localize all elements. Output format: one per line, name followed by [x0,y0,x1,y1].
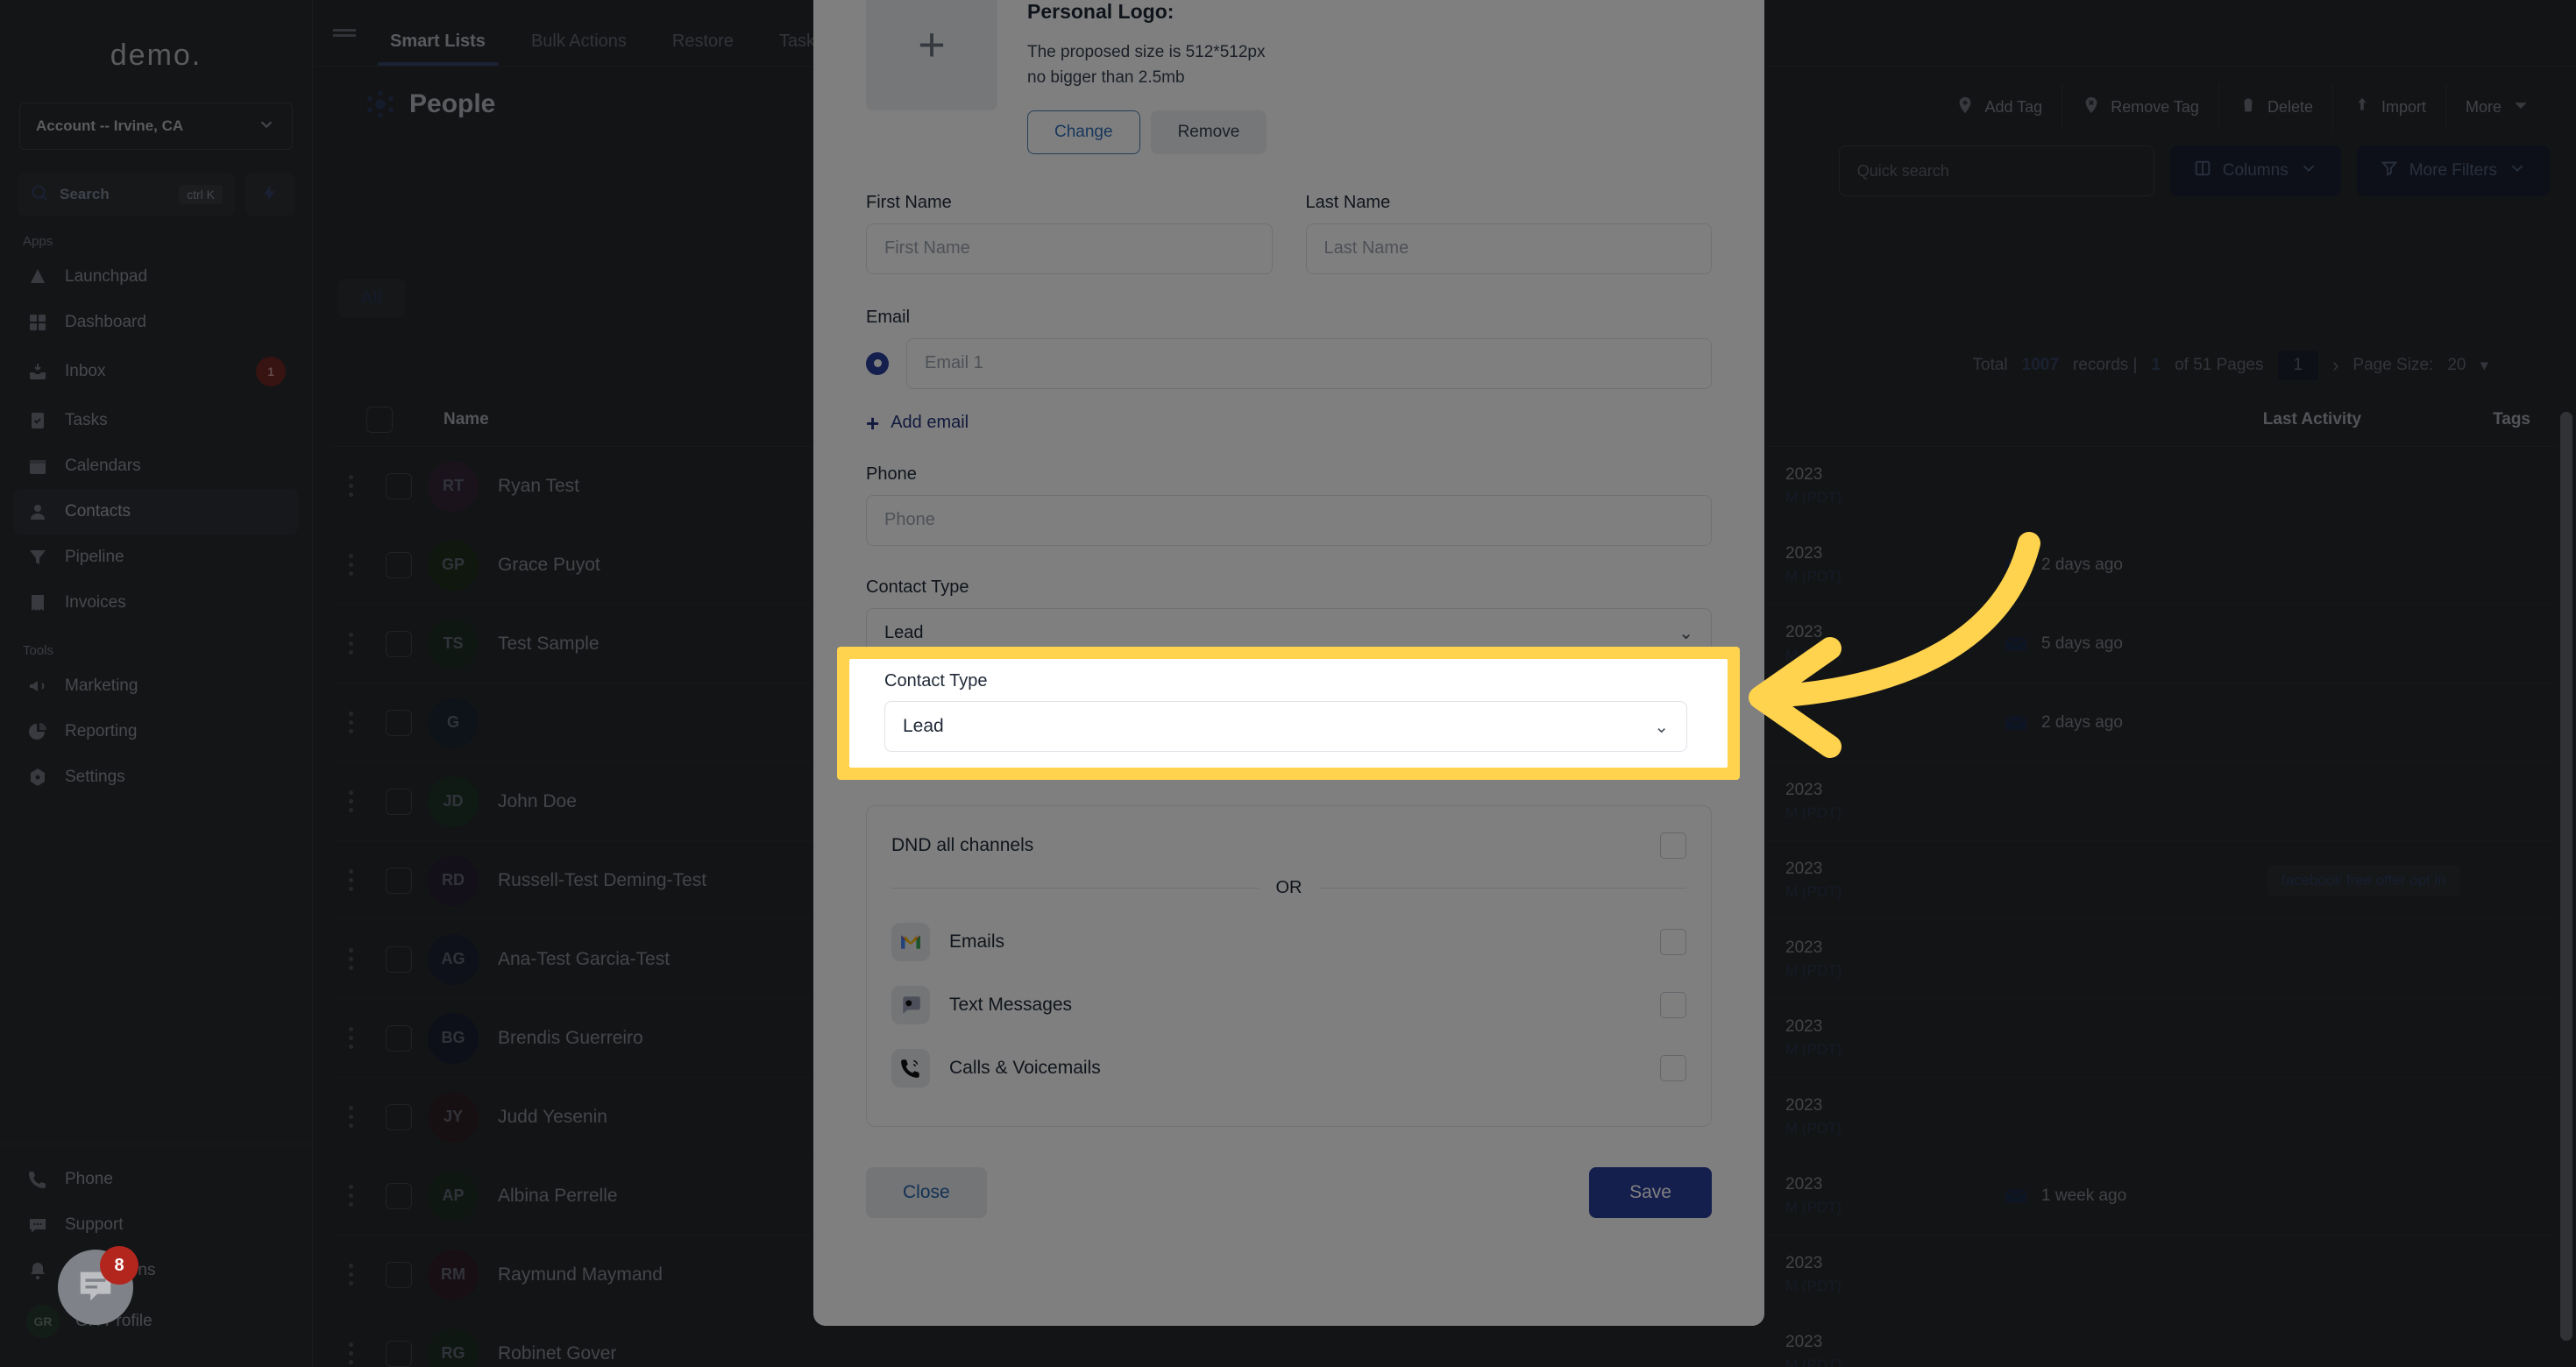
sms-icon [891,985,930,1024]
email-placeholder: Email 1 [925,353,983,373]
last-name-label: Last Name [1305,192,1391,212]
channel-row-emails: Emails [891,910,1686,974]
modal-body: + Personal Logo: The proposed size is 51… [813,0,1764,1257]
first-name-label: First Name [866,192,952,212]
first-name-placeholder: First Name [884,238,970,259]
last-name-input[interactable]: Last Name [1305,223,1712,274]
text-messages-checkbox[interactable] [1660,991,1686,1018]
change-logo-button[interactable]: Change [1027,110,1140,154]
phone-input[interactable]: Phone [866,494,1712,546]
contact-type-label-highlighted: Contact Type [884,671,988,691]
personal-logo-title: Personal Logo: [1027,0,1174,23]
phone-placeholder: Phone [884,510,935,530]
chevron-down-icon: ⌄ [1678,624,1693,644]
last-name-group: Last Name Last Name [1305,192,1712,274]
name-row: First Name First Name Last Name Last Nam… [866,193,1712,274]
dnd-all-channels-label: DND all channels [891,834,1034,855]
contact-type-label: Contact Type [866,577,969,597]
plus-icon: + [918,18,946,71]
annotation-arrow [1749,532,2040,758]
channel-label: Emails [949,931,1005,952]
email-section: Email Email 1 + Add email [866,308,1712,435]
add-email-label: Add email [891,413,969,433]
chat-fab-button[interactable]: 8 [58,1246,138,1325]
dnd-all-channels-checkbox[interactable] [1660,832,1686,859]
channel-label: Text Messages [949,994,1073,1015]
dnd-card: DND all channels OR Emails Text Messages… [866,804,1712,1127]
logo-dropzone[interactable]: + [866,0,997,110]
phone-label: Phone [866,464,917,484]
gmail-icon [891,922,930,961]
annotation-highlight-box: Contact Type Lead ⌄ [837,647,1740,780]
or-label: OR [1275,877,1302,897]
calls-voicemails-checkbox[interactable] [1660,1054,1686,1081]
personal-logo-section: + Personal Logo: The proposed size is 51… [866,0,1712,154]
logo-size-hint-1: The proposed size is 512*512px [1027,43,1266,61]
first-name-group: First Name First Name [866,193,1273,274]
primary-email-radio[interactable] [866,351,889,375]
close-button[interactable]: Close [866,1166,987,1218]
logo-info: Personal Logo: The proposed size is 512*… [1027,0,1267,154]
email-row: Email 1 [866,337,1712,389]
divider-line-right [1319,887,1686,889]
phone-section: Phone Phone [866,464,1712,546]
add-email-button[interactable]: + Add email [866,412,1712,435]
modal-footer: Close Save [866,1166,1712,1257]
email-input[interactable]: Email 1 [906,337,1712,389]
plus-icon: + [866,409,880,436]
contact-type-value-highlighted: Lead [903,716,944,736]
logo-size-hint-2: no bigger than 2.5mb [1027,68,1185,88]
channel-label: Calls & Voicemails [949,1057,1101,1078]
highlight-inner: Contact Type Lead ⌄ [849,659,1728,768]
last-name-placeholder: Last Name [1323,238,1409,259]
remove-logo-button[interactable]: Remove [1150,110,1267,154]
divider-line-left [891,887,1259,889]
chevron-down-icon: ⌄ [1654,717,1669,737]
email-label: Email [866,307,911,327]
logo-buttons: Change Remove [1027,110,1267,154]
contact-type-value: Lead [884,623,924,643]
emails-checkbox[interactable] [1660,928,1686,955]
save-button[interactable]: Save [1589,1166,1712,1218]
call-icon [891,1048,930,1087]
dnd-all-channels-row: DND all channels [891,832,1686,859]
channel-row-calls-voicemails: Calls & Voicemails [891,1037,1686,1100]
screen-root: demo. Account -- Irvine, CA Search ctrl … [0,0,2576,1367]
contact-type-select-highlighted[interactable]: Lead ⌄ [884,701,1687,752]
first-name-input[interactable]: First Name [866,223,1273,274]
or-divider: OR [891,878,1686,898]
chat-unread-badge: 8 [100,1246,138,1285]
channel-row-text-messages: Text Messages [891,974,1686,1037]
